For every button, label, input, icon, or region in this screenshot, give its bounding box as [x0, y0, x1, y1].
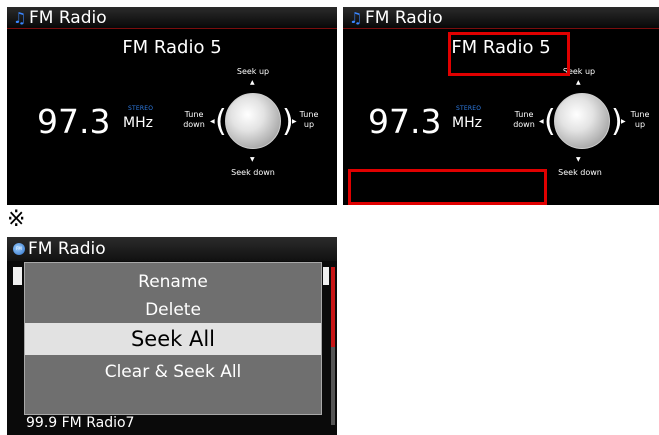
title-bar: ♫ FM Radio [343, 7, 659, 29]
station-name: FM Radio 5 [122, 37, 222, 58]
tune-down-label: Tune down [183, 110, 205, 129]
menu-item-rename[interactable]: Rename [25, 269, 321, 295]
seek-up-arrow-icon: ▲ [250, 79, 255, 86]
title-bar: ♫ FM Radio [7, 7, 337, 29]
tune-down-label: Tune down [513, 110, 535, 129]
tuning-knob[interactable] [225, 93, 281, 149]
seek-up-label: Seek up [236, 67, 270, 76]
frequency-value: 97.3 [368, 102, 442, 141]
stereo-label: STEREO [456, 105, 482, 112]
reference-mark: ※ [7, 207, 26, 232]
fm-badge-icon: FM [13, 243, 25, 255]
frequency-value: 97.3 [37, 102, 111, 141]
station-name-highlight-box [448, 32, 570, 76]
seek-down-arrow-icon: ▼ [250, 156, 255, 163]
screen-title: FM Radio [29, 7, 107, 28]
seek-down-arrow-icon: ▼ [576, 156, 581, 163]
frequency-unit: MHz [123, 115, 153, 131]
music-note-icon: ♫ [13, 8, 27, 27]
tune-down-arrow-icon: ◀ [539, 118, 544, 125]
tune-down-arrow-icon: ◀ [210, 118, 215, 125]
tuning-knob[interactable] [554, 93, 610, 149]
tune-up-label: Tune up [630, 110, 650, 129]
scrollbar-thumb[interactable] [331, 267, 335, 347]
list-row-left-edge [13, 267, 22, 285]
seek-up-arrow-icon: ▲ [576, 79, 581, 86]
fm-radio-annotated-screen: ♫ FM Radio FM Radio 5 97.3 STEREO MHz Se… [343, 7, 659, 205]
stereo-label: STEREO [128, 105, 154, 112]
menu-item-seek-all[interactable]: Seek All [25, 323, 321, 355]
fm-radio-menu-screen: FM FM Radio Rename Delete Seek All Clear… [7, 237, 337, 435]
bottom-area-highlight-box [348, 169, 547, 205]
menu-item-delete[interactable]: Delete [25, 297, 321, 323]
context-menu: Rename Delete Seek All Clear & Seek All [24, 262, 322, 415]
screen-title: FM Radio [365, 7, 443, 28]
scrollbar[interactable] [331, 267, 335, 425]
screen-title: FM Radio [28, 239, 106, 259]
menu-item-clear-seek-all[interactable]: Clear & Seek All [25, 358, 321, 386]
list-item[interactable]: 99.9 FM Radio7 [26, 415, 134, 431]
tune-up-arrow-icon: ▶ [621, 118, 626, 125]
seek-down-label: Seek down [231, 168, 275, 177]
frequency-unit: MHz [452, 115, 482, 131]
seek-down-label: Seek down [558, 168, 602, 177]
tune-up-label: Tune up [299, 110, 319, 129]
list-row-right-edge [323, 267, 329, 285]
fm-radio-screen: ♫ FM Radio FM Radio 5 97.3 STEREO MHz Se… [7, 7, 337, 205]
music-note-icon: ♫ [349, 8, 363, 27]
title-bar: FM FM Radio [7, 237, 337, 261]
